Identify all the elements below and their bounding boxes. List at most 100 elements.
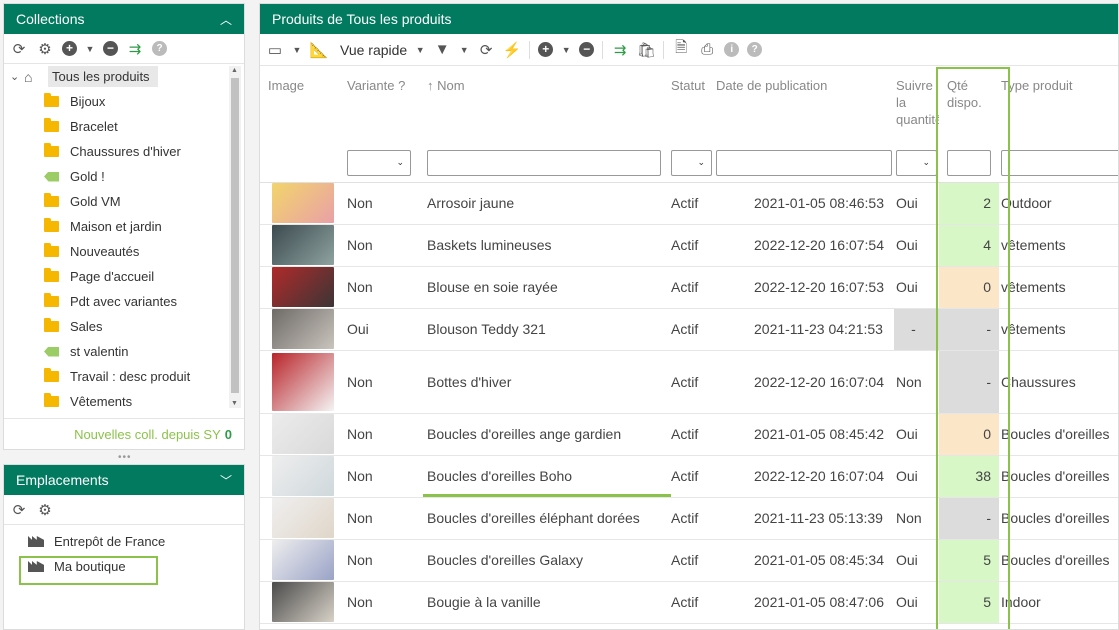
view-selector[interactable]: Vue rapide — [340, 42, 407, 58]
cell-suivre: Oui — [894, 539, 939, 582]
tree-root-all-products[interactable]: ⌄ ⌂ Tous les produits — [4, 64, 244, 89]
location-item[interactable]: Entrepôt de France — [4, 529, 244, 554]
table-row[interactable]: Non Boucles d'oreilles Galaxy Actif 2021-01… — [260, 539, 1118, 582]
shopify-sync-icon[interactable]: ⇉ — [611, 41, 629, 59]
collections-scrollbar[interactable]: ▲ ▼ — [229, 66, 241, 408]
remove-icon[interactable]: − — [579, 42, 595, 57]
statut-filter-select[interactable]: ⌄ — [671, 149, 712, 176]
refresh-icon[interactable]: ⟳ — [10, 501, 28, 519]
emplacements-header[interactable]: Emplacements ﹀ — [4, 465, 244, 495]
ruler-icon[interactable]: 📐 — [310, 41, 329, 59]
table-row[interactable]: Oui Blouson Teddy 321 Actif 2021-11-23 04:2… — [260, 308, 1118, 351]
scroll-up-icon[interactable]: ▲ — [231, 67, 238, 74]
table-row[interactable]: Non Boucles d'oreilles ange gardien Actif 2… — [260, 413, 1118, 456]
dropdown-icon[interactable]: ▼ — [292, 41, 302, 59]
column-header-statut[interactable]: Statut — [669, 66, 714, 144]
tree-item[interactable]: st valentin — [4, 339, 244, 364]
panel-resize-handle[interactable]: ••• — [118, 452, 132, 463]
printer-icon[interactable]: ⎙ — [698, 41, 716, 59]
tree-item[interactable]: Bijoux — [4, 89, 244, 114]
tree-item[interactable]: Pdt avec variantes — [4, 289, 244, 314]
filter-icon[interactable]: ▼ — [433, 41, 451, 59]
collections-header[interactable]: Collections ︿ — [4, 4, 244, 34]
type-filter-input[interactable] — [1001, 149, 1118, 176]
column-header-suivre[interactable]: Suivre la quantité — [894, 66, 939, 144]
info-icon[interactable]: i — [724, 42, 740, 57]
remove-icon[interactable]: − — [103, 41, 118, 56]
help-icon[interactable]: ? — [747, 42, 763, 57]
new-collections-label[interactable]: Nouvelles coll. depuis SY — [74, 427, 221, 442]
product-thumbnail[interactable] — [272, 183, 334, 223]
collapse-icon[interactable]: ︿ — [220, 11, 232, 28]
table-row[interactable]: Non Boucles d'oreilles éléphant dorées Act… — [260, 497, 1118, 540]
cell-nom: Bougie à la vanille — [419, 581, 669, 624]
gear-icon[interactable]: ⚙ — [36, 40, 54, 58]
tree-item[interactable]: Vêtements — [4, 389, 244, 409]
column-header-nom[interactable]: ↑ Nom — [419, 66, 669, 144]
tree-item[interactable]: Sales — [4, 314, 244, 339]
tree-item[interactable]: Maison et jardin — [4, 214, 244, 239]
column-header-variante[interactable]: Variante ? — [339, 66, 419, 144]
cell-statut: Actif — [669, 350, 714, 414]
tree-item[interactable]: Chaussures d'hiver — [4, 139, 244, 164]
help-icon[interactable]: ? — [152, 41, 167, 56]
column-header-type[interactable]: Type produit — [999, 66, 1118, 144]
chevron-down-icon[interactable]: ﹀ — [220, 472, 232, 489]
column-header-date[interactable]: Date de publication — [714, 66, 894, 144]
tree-item[interactable]: Bracelet — [4, 114, 244, 139]
scrollbar-thumb[interactable] — [231, 78, 239, 393]
window-icon[interactable]: ▭ — [266, 41, 284, 59]
chevron-down-icon[interactable]: ⌄ — [10, 70, 24, 83]
add-icon[interactable]: + — [62, 41, 77, 56]
column-header-image[interactable]: Image — [260, 66, 339, 144]
cell-image — [260, 350, 339, 414]
suivre-filter-select[interactable]: ⌄ — [896, 149, 937, 176]
variante-filter-select[interactable]: ⌄ — [347, 149, 411, 176]
qty-filter-input[interactable] — [947, 149, 991, 176]
tree-item[interactable]: Gold ! — [4, 164, 244, 189]
table-row[interactable]: Non Bougie à la vanille Actif 2021-01-05 08… — [260, 581, 1118, 624]
tree-item[interactable]: Gold VM — [4, 189, 244, 214]
table-row[interactable]: Non Baskets lumineuses Actif 2022-12-20 16:… — [260, 224, 1118, 267]
lightning-icon[interactable]: ⚡ — [503, 41, 522, 59]
scroll-down-icon[interactable]: ▼ — [231, 400, 238, 407]
product-thumbnail[interactable] — [272, 225, 334, 265]
dropdown-icon[interactable]: ▼ — [561, 41, 571, 59]
cell-nom: Bottes d'hiver — [419, 350, 669, 414]
product-thumbnail[interactable] — [272, 540, 334, 580]
shopify-bag-icon[interactable]: 🛍 — [637, 41, 656, 59]
cell-suivre: Oui — [894, 455, 939, 498]
refresh-icon[interactable]: ⟳ — [477, 41, 495, 59]
product-thumbnail[interactable] — [272, 414, 334, 454]
refresh-icon[interactable]: ⟳ — [10, 40, 28, 58]
row-hover-underline — [423, 494, 671, 497]
dropdown-icon[interactable]: ▼ — [459, 41, 469, 59]
table-row[interactable]: Non Boucles d'oreilles Boho Actif 2022-12-2… — [260, 455, 1118, 498]
cell-image — [260, 224, 339, 267]
product-thumbnail[interactable] — [272, 267, 334, 307]
tree-item[interactable]: Page d'accueil — [4, 264, 244, 289]
csv-export-icon[interactable]: 🗎 — [672, 39, 690, 59]
product-thumbnail[interactable] — [272, 582, 334, 622]
tree-item[interactable]: Travail : desc produit — [4, 364, 244, 389]
dropdown-icon[interactable]: ▼ — [85, 40, 95, 58]
gear-icon[interactable]: ⚙ — [36, 501, 54, 519]
folder-icon — [44, 93, 59, 107]
shopify-sync-icon[interactable]: ⇉ — [126, 40, 144, 58]
product-thumbnail[interactable] — [272, 352, 334, 411]
table-row[interactable]: Non Arrosoir jaune Actif 2021-01-05 08:46:5… — [260, 182, 1118, 225]
table-row[interactable]: Non Bottes d'hiver Actif 2022-12-20 16:07:0… — [260, 350, 1118, 414]
product-thumbnail[interactable] — [272, 456, 334, 496]
emplacements-panel: Emplacements ﹀ ⟳ ⚙ Entrepôt de France Ma… — [3, 464, 245, 630]
date-filter-input[interactable] — [716, 149, 892, 176]
table-row[interactable]: Non Blouse en soie rayée Actif 2022-12-20 1… — [260, 266, 1118, 309]
tree-item-label: Travail : desc produit — [70, 369, 191, 384]
column-header-qty[interactable]: Qté dispo. — [939, 66, 999, 144]
product-thumbnail[interactable] — [272, 498, 334, 538]
product-thumbnail[interactable] — [272, 309, 334, 349]
collections-toolbar: ⟳ ⚙ + ▼ − ⇉ ? — [4, 34, 244, 64]
dropdown-icon[interactable]: ▼ — [415, 41, 425, 59]
tree-item[interactable]: Nouveautés — [4, 239, 244, 264]
add-icon[interactable]: + — [538, 42, 554, 57]
nom-filter-input[interactable] — [427, 149, 661, 176]
